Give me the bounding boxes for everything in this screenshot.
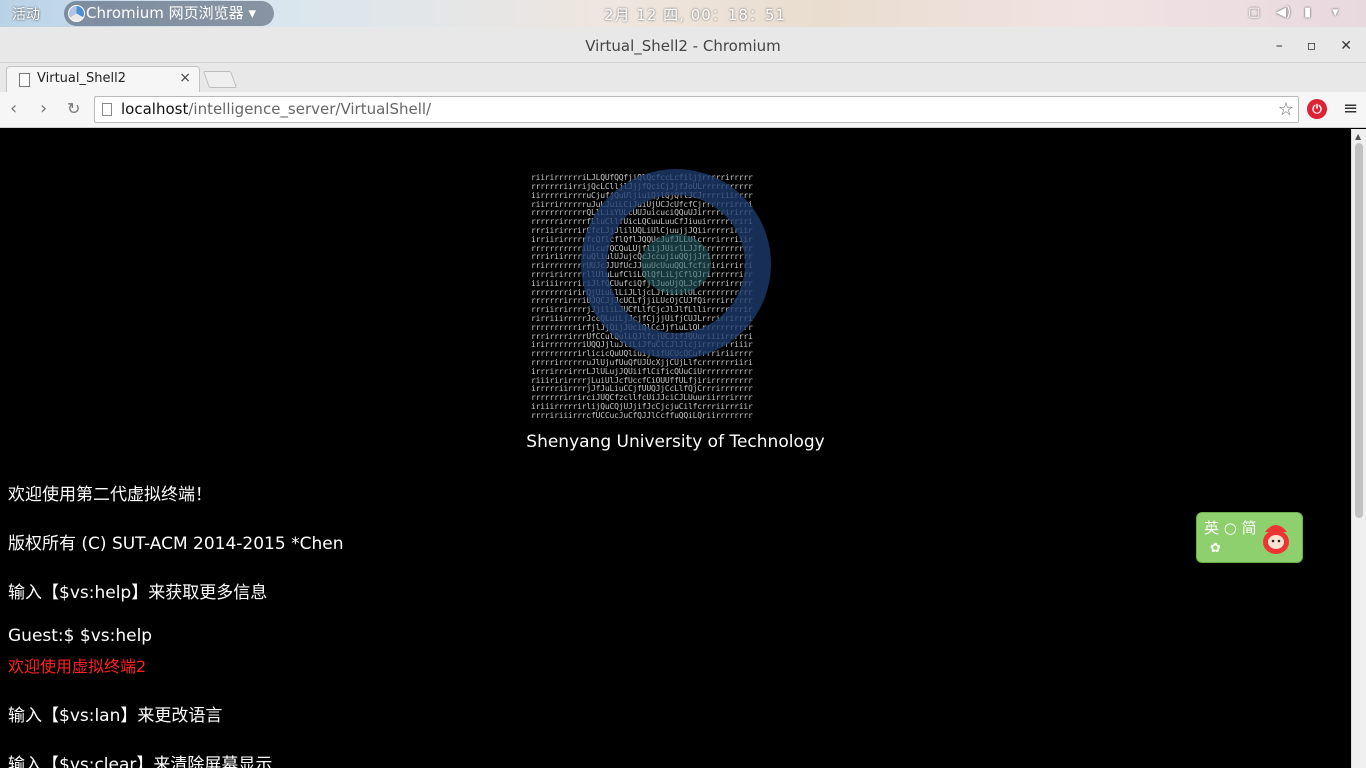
scrollbar-thumb[interactable] — [1355, 143, 1363, 518]
address-bar[interactable]: localhost/intelligence_server/VirtualShe… — [94, 96, 1299, 123]
logo-core — [641, 234, 711, 294]
terminal-line-welcome: 欢迎使用第二代虚拟终端！ — [8, 485, 212, 505]
page-icon — [19, 73, 30, 87]
university-name: Shenyang University of Technology — [526, 432, 825, 452]
close-icon[interactable]: × — [179, 70, 191, 86]
window-icon[interactable]: ▢ — [1248, 5, 1262, 21]
tab-strip: Virtual_Shell2 × — [0, 63, 1366, 92]
minimize-icon[interactable]: – — [1276, 27, 1283, 65]
chromium-icon — [68, 5, 85, 22]
system-top-bar: 活动 Chromium 网页浏览器 ▾ 2月 12 四, 00：18：51 ▢ … — [0, 0, 1366, 27]
browser-toolbar: ‹ › ↻ localhost/intelligence_server/Virt… — [0, 92, 1366, 128]
new-tab-button[interactable] — [202, 71, 238, 88]
url-path: /intelligence_server/VirtualShell/ — [188, 100, 432, 118]
back-icon[interactable]: ‹ — [10, 100, 17, 118]
close-icon[interactable]: ✕ — [1340, 27, 1352, 65]
terminal-line-prompt: Guest:$ $vs:help — [8, 626, 153, 646]
chevron-down-icon[interactable]: ▾ — [1332, 5, 1346, 21]
ime-status-widget[interactable]: 英 ○ 简 ✿ — [1196, 512, 1303, 563]
ime-mascot-icon — [1263, 525, 1289, 554]
ascii-art-logo: riirirrrrrriLJLQUfQQfjiQlQcfccLcfiljjrrr… — [531, 139, 821, 421]
chevron-down-icon: ▾ — [248, 4, 256, 22]
gear-icon[interactable]: ✿ — [1210, 541, 1221, 556]
menu-icon[interactable]: ≡ — [1343, 98, 1358, 119]
clock[interactable]: 2月 12 四, 00：18：51 — [604, 4, 786, 25]
url-host: localhost — [121, 100, 189, 118]
page-scrollbar[interactable]: ▲ — [1351, 129, 1366, 768]
volume-icon[interactable]: ◀) — [1276, 5, 1291, 21]
terminal-line-lan-hint: 输入【$vs:lan】来更改语言 — [8, 706, 223, 726]
window-title: Virtual_Shell2 - Chromium — [585, 37, 781, 55]
window-controls: – ▫ ✕ — [1276, 27, 1352, 65]
battery-icon[interactable]: ▮ — [1304, 5, 1318, 21]
system-tray[interactable]: ▢ ◀) ▮ ▾ — [1248, 5, 1346, 21]
ime-label: 英 ○ 简 — [1204, 519, 1257, 537]
reload-icon[interactable]: ↻ — [67, 100, 80, 118]
terminal-line-clear-hint: 输入【$vs:clear】来清除屏幕显示 — [8, 755, 273, 768]
page-content: riirirrrrrriLJLQUfQQfjiQlQcfccLcfiljjrrr… — [0, 129, 1351, 768]
forward-icon[interactable]: › — [40, 100, 47, 118]
window-title-bar: Virtual_Shell2 - Chromium – ▫ ✕ — [0, 27, 1366, 63]
app-menu-label: Chromium 网页浏览器 — [86, 4, 244, 22]
terminal-line-copyright: 版权所有 (C) SUT-ACM 2014-2015 *Chen — [8, 534, 344, 554]
extension-icon[interactable]: ⏻ — [1307, 99, 1327, 119]
app-menu-button[interactable]: Chromium 网页浏览器 ▾ — [64, 1, 274, 26]
terminal-line-help-hint: 输入【$vs:help】来获取更多信息 — [8, 583, 268, 603]
page-icon — [102, 103, 112, 116]
activities-button[interactable]: 活动 — [12, 4, 40, 24]
scroll-up-icon[interactable]: ▲ — [1355, 132, 1361, 141]
star-icon[interactable]: ☆ — [1278, 97, 1294, 122]
tab-virtual-shell[interactable]: Virtual_Shell2 × — [6, 66, 200, 92]
terminal-line-output: 欢迎使用虚拟终端2 — [8, 657, 147, 676]
tab-title: Virtual_Shell2 — [37, 71, 126, 86]
maximize-icon[interactable]: ▫ — [1307, 27, 1317, 65]
